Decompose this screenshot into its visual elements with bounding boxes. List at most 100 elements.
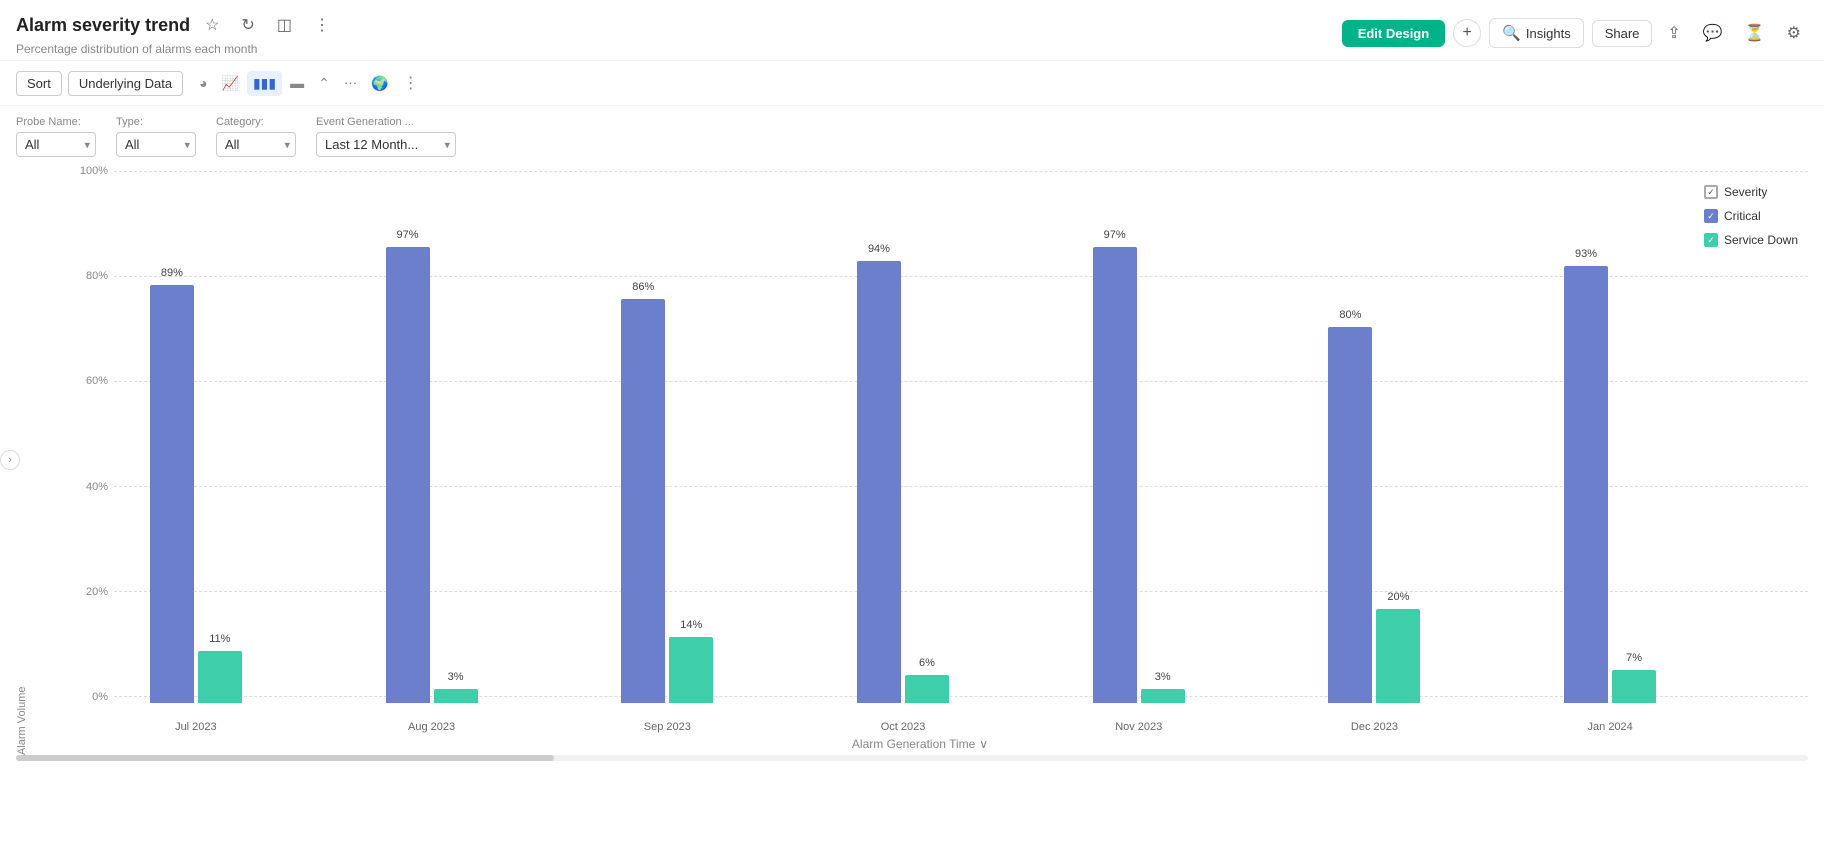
add-button[interactable]: + — [1453, 19, 1481, 47]
x-label-Jan-2024: Jan 2024 — [1492, 721, 1728, 733]
chart-container: › Alarm Volume 100% 80% 60% 40% — [0, 165, 1824, 755]
settings-button[interactable]: ⚙ — [1780, 18, 1808, 48]
page-subtitle: Percentage distribution of alarms each m… — [16, 42, 337, 56]
x-label-Nov-2023: Nov 2023 — [1021, 721, 1257, 733]
type-label: Type: — [116, 116, 196, 128]
event-generation-label: Event Generation ... — [316, 116, 456, 128]
service-bar-label: 7% — [1626, 652, 1642, 664]
probe-name-label: Probe Name: — [16, 116, 96, 128]
table-button[interactable]: ◫ — [270, 10, 299, 40]
bar-group-Nov-2023: 97% 3% — [1089, 247, 1189, 703]
critical-bar: 86% — [621, 299, 665, 703]
critical-bar-label: 97% — [1104, 229, 1126, 241]
bar-chart-button[interactable]: ▮▮▮ — [247, 71, 282, 96]
x-label-Jul-2023: Jul 2023 — [78, 721, 314, 733]
horizontal-scrollbar[interactable] — [16, 755, 1808, 761]
probe-name-filter: Probe Name: All — [16, 116, 96, 157]
edit-design-button[interactable]: Edit Design — [1342, 20, 1446, 47]
service-down-legend-label: Service Down — [1724, 233, 1798, 247]
line-chart-button[interactable]: 📈 — [216, 71, 245, 96]
area-chart-button[interactable]: ⌃ — [312, 71, 336, 96]
severity-legend-label: Severity — [1724, 185, 1767, 199]
service-bar-label: 6% — [919, 657, 935, 669]
service-bar-label: 3% — [448, 671, 464, 683]
sort-button[interactable]: Sort — [16, 71, 62, 96]
critical-bar-label: 93% — [1575, 248, 1597, 260]
critical-bar: 97% — [1093, 247, 1137, 703]
service-bar-label: 20% — [1387, 591, 1409, 603]
insights-icon: 🔍 — [1502, 24, 1521, 42]
bar-pair: 97% 3% — [1089, 247, 1189, 703]
share-button[interactable]: Share — [1592, 20, 1653, 47]
column-chart-button[interactable]: ▬ — [284, 71, 310, 95]
pie-chart-button[interactable]: ◕ — [193, 71, 213, 95]
bar-group-Oct-2023: 94%6% — [853, 261, 953, 703]
scatter-chart-button[interactable]: ⋅⋅⋅ — [338, 71, 363, 96]
service-bar-label: 11% — [209, 633, 230, 645]
map-chart-button[interactable]: 🌍 — [365, 71, 394, 96]
export-button[interactable]: ⇪ — [1660, 18, 1687, 48]
chart-area: 100% 80% 60% 40% 20% — [32, 165, 1808, 755]
filter-bar: Probe Name: All Type: All Category: All … — [0, 106, 1824, 165]
service-bar: 3% — [1141, 689, 1185, 703]
clock-button[interactable]: ⏳ — [1738, 18, 1772, 48]
service-bar-label: 14% — [680, 619, 702, 631]
insights-button[interactable]: 🔍 Insights — [1489, 18, 1584, 48]
x-labels: Jul 2023Aug 2023Sep 2023Oct 2023Nov 2023… — [78, 721, 1728, 733]
service-bar: 14% — [669, 637, 713, 703]
category-select[interactable]: All — [216, 132, 296, 157]
service-bar: 20% — [1376, 609, 1420, 703]
underlying-data-button[interactable]: Underlying Data — [68, 71, 183, 96]
critical-bar: 89% — [150, 285, 194, 703]
bar-group-Sep-2023: 86%14% — [617, 299, 717, 703]
critical-bar: 80% — [1328, 327, 1372, 703]
bars-wrapper: 89%11%97%3%86%14%94%6%97%3%80%20%93%7% — [78, 165, 1728, 703]
service-bar: 6% — [905, 675, 949, 703]
legend-critical: ✓ Critical — [1704, 209, 1798, 223]
bar-pair: 80%20% — [1324, 327, 1424, 703]
probe-name-select[interactable]: All — [16, 132, 96, 157]
critical-bar-label: 86% — [632, 281, 654, 293]
critical-bar-label: 89% — [161, 267, 183, 279]
comment-button[interactable]: 💬 — [1696, 18, 1730, 48]
chart-type-selector: ◕ 📈 ▮▮▮ ▬ ⌃ ⋅⋅⋅ 🌍 ⋮ — [193, 69, 425, 97]
x-label-Sep-2023: Sep 2023 — [549, 721, 785, 733]
insights-label: Insights — [1526, 26, 1571, 41]
critical-bar-label: 97% — [397, 229, 419, 241]
critical-legend-icon: ✓ — [1704, 209, 1718, 223]
type-select[interactable]: All — [116, 132, 196, 157]
event-generation-select[interactable]: Last 12 Month... — [316, 132, 456, 157]
title-block: Alarm severity trend ☆ ↻ ◫ ⋮ Percentage … — [16, 10, 337, 56]
x-axis-text: Alarm Generation Time — [852, 737, 975, 751]
x-axis-chevron-icon: ∨ — [979, 737, 988, 751]
critical-bar: 94% — [857, 261, 901, 703]
chart-more-button[interactable]: ⋮ — [397, 69, 425, 97]
critical-legend-label: Critical — [1724, 209, 1761, 223]
bar-pair: 94%6% — [853, 261, 953, 703]
legend-severity: ✓ Severity — [1704, 185, 1798, 199]
scroll-thumb[interactable] — [16, 755, 554, 761]
service-down-legend-icon: ✓ — [1704, 233, 1718, 247]
x-label-Aug-2023: Aug 2023 — [314, 721, 550, 733]
critical-bar: 93% — [1564, 266, 1608, 703]
bar-group-Dec-2023: 80%20% — [1324, 327, 1424, 703]
bar-pair: 89% 11% — [146, 285, 246, 703]
bar-group-Aug-2023: 97% 3% — [382, 247, 482, 703]
legend-service-down: ✓ Service Down — [1704, 233, 1798, 247]
page-header: Alarm severity trend ☆ ↻ ◫ ⋮ Percentage … — [0, 0, 1824, 61]
category-label: Category: — [216, 116, 296, 128]
service-bar-label: 3% — [1155, 671, 1171, 683]
refresh-button[interactable]: ↻ — [234, 10, 261, 40]
critical-bar-label: 94% — [868, 243, 890, 255]
bar-pair: 97% 3% — [382, 247, 482, 703]
service-bar: 3% — [434, 689, 478, 703]
more-options-button[interactable]: ⋮ — [307, 10, 337, 40]
bar-group-Jul-2023: 89% 11% — [146, 285, 246, 703]
header-actions: Edit Design + 🔍 Insights Share ⇪ 💬 ⏳ ⚙ — [1342, 18, 1808, 48]
x-label-Dec-2023: Dec 2023 — [1257, 721, 1493, 733]
chart-legend: ✓ Severity ✓ Critical ✓ Service Down — [1704, 185, 1798, 247]
chart-inner: 100% 80% 60% 40% 20% — [32, 165, 1808, 733]
star-button[interactable]: ☆ — [198, 10, 226, 40]
bar-pair: 86%14% — [617, 299, 717, 703]
critical-bar: 97% — [386, 247, 430, 703]
